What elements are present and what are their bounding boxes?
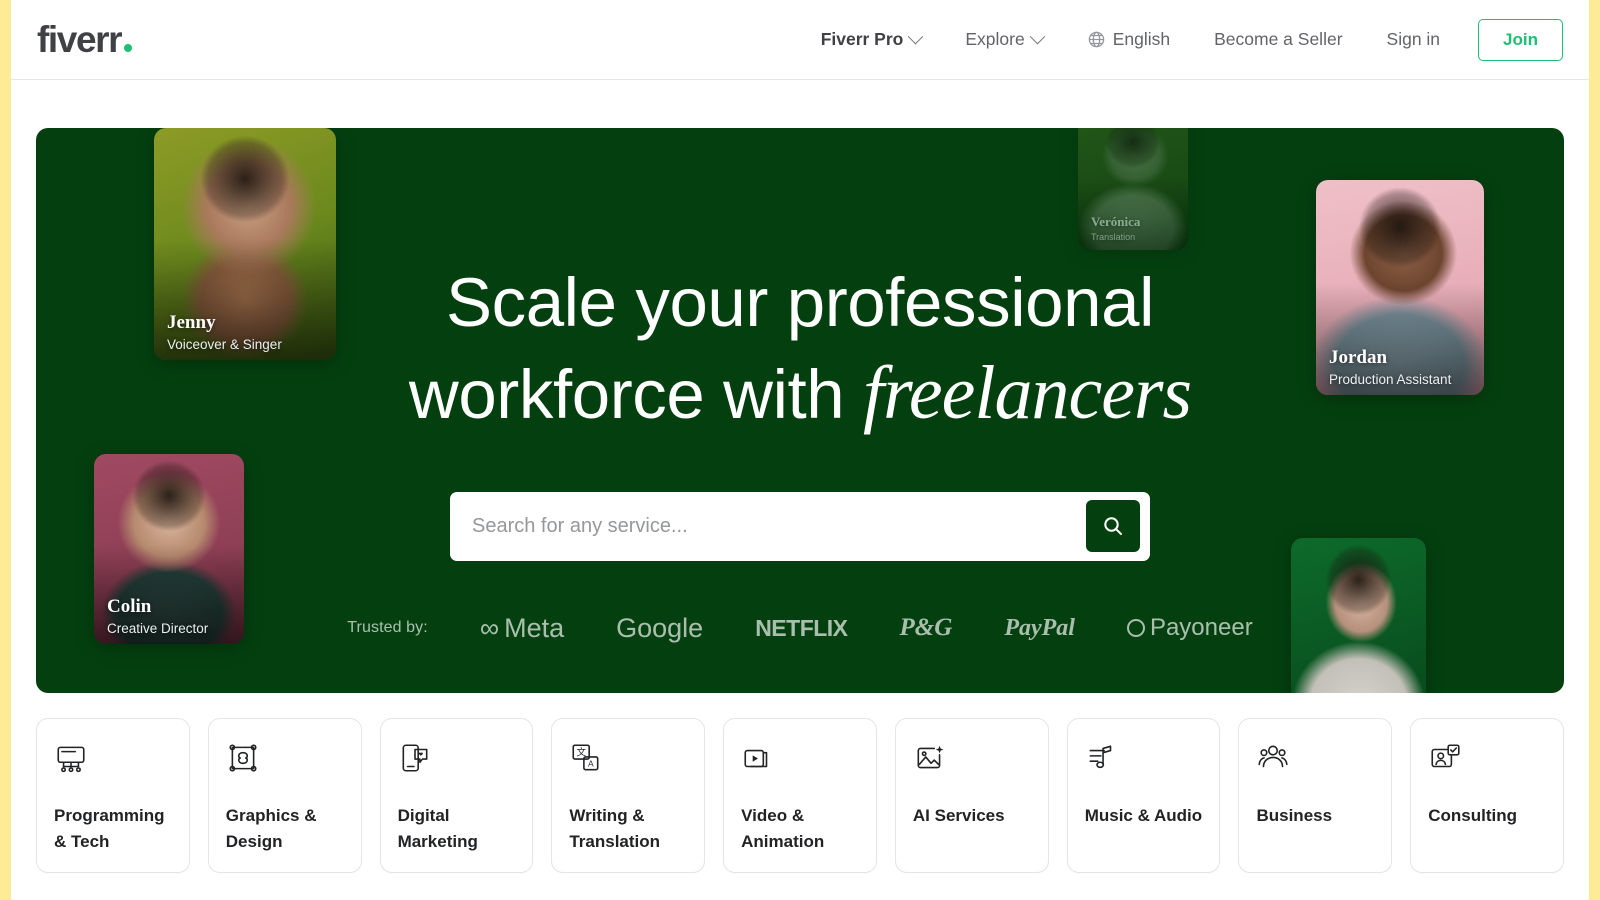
logo-wordmark: fiverr <box>37 19 123 60</box>
category-card-graphics-design[interactable]: Graphics & Design <box>207 718 362 873</box>
freelancer-card-veronica[interactable]: Verónica Translation <box>1078 128 1188 250</box>
category-label: Writing & Translation <box>569 806 661 851</box>
search-icon <box>1104 517 1122 536</box>
brand-logo-netflix: NETFLIX <box>755 614 848 641</box>
nav-become-a-seller[interactable]: Become a Seller <box>1192 18 1364 62</box>
meta-infinity-glyph: ∞ <box>479 612 500 643</box>
logo-dot-icon <box>124 44 133 52</box>
site-header: fiverr Fiverr Pro Explore English Become… <box>11 0 1589 80</box>
category-label: Business <box>1256 806 1333 825</box>
people-group-icon <box>1258 745 1289 768</box>
brand-logo-paypal: PayPal <box>1004 614 1075 641</box>
image-sparkle-icon <box>917 745 944 769</box>
nav-sign-in-label: Sign in <box>1386 29 1441 49</box>
chevron-down-icon <box>908 28 924 45</box>
nav-language-label: English <box>1112 29 1171 49</box>
translate-icon: 文 A <box>572 744 599 771</box>
category-card-ai-services[interactable]: AI Services <box>894 718 1049 873</box>
brand-logo-meta: ∞ Meta <box>480 613 564 644</box>
fiverr-logo[interactable]: fiverr <box>37 19 133 60</box>
category-label: Digital Marketing <box>397 806 478 851</box>
search-input[interactable] <box>450 514 1086 538</box>
category-label: Music & Audio <box>1084 806 1203 825</box>
join-button[interactable]: Join <box>1478 18 1563 61</box>
design-node-icon <box>229 744 257 772</box>
trusted-by-row: Trusted by: ∞ Meta Google NETFLIX P&G Pay… <box>36 613 1564 644</box>
category-card-music-audio[interactable]: Music & Audio <box>1066 718 1221 873</box>
hero-banner: Jenny Voiceover & Singer Colin Creative … <box>36 128 1564 693</box>
page-root: fiverr Fiverr Pro Explore English Become… <box>0 0 1600 900</box>
freelancer-name: Verónica <box>1091 214 1141 229</box>
nav-become-a-seller-label: Become a Seller <box>1214 29 1343 49</box>
category-label: Consulting <box>1428 806 1518 825</box>
viewport-edge-strip-right <box>1589 0 1600 900</box>
brand-logo-meta-label: Meta <box>504 612 565 643</box>
main-navigation: Fiverr Pro Explore English Become a Sell <box>799 18 1563 62</box>
brand-logo-pg: P&G <box>899 614 953 642</box>
hero-content: Scale your professional workforce with f… <box>36 260 1564 644</box>
payoneer-ring-icon <box>1126 619 1145 638</box>
hero-headline-line1: Scale your professional <box>445 264 1155 341</box>
phone-heart-icon <box>402 744 428 772</box>
category-card-programming-tech[interactable]: Programming & Tech <box>36 718 190 873</box>
category-label: Programming & Tech <box>54 806 165 851</box>
nav-sign-in[interactable]: Sign in <box>1365 18 1463 62</box>
globe-icon <box>1088 31 1104 48</box>
brand-logo-payoneer-label: Payoneer <box>1149 614 1253 642</box>
video-play-icon <box>744 749 768 768</box>
nav-language[interactable]: English <box>1065 18 1192 62</box>
brand-logo-google: Google <box>616 612 704 643</box>
nav-explore[interactable]: Explore <box>943 18 1064 62</box>
svg-text:A: A <box>588 759 594 769</box>
category-card-row: Programming & Tech Graphics & Design Dig… <box>36 718 1565 873</box>
category-label: Video & Animation <box>741 806 825 851</box>
trusted-by-label: Trusted by: <box>347 619 428 637</box>
category-label: Graphics & Design <box>225 806 317 851</box>
music-note-icon <box>1089 745 1111 769</box>
category-card-consulting[interactable]: Consulting <box>1410 718 1565 873</box>
person-check-icon <box>1431 744 1460 768</box>
category-card-business[interactable]: Business <box>1238 718 1393 873</box>
hero-headline-line2-prefix: workforce with <box>408 355 864 433</box>
category-card-writing-translation[interactable]: 文 A Writing & Translation <box>551 718 706 873</box>
category-card-digital-marketing[interactable]: Digital Marketing <box>379 718 534 873</box>
chevron-down-icon <box>1029 28 1045 45</box>
monitor-code-icon <box>57 746 85 773</box>
hero-search-bar <box>450 491 1150 561</box>
hero-headline: Scale your professional workforce with f… <box>36 260 1564 440</box>
category-label: AI Services <box>912 806 1005 825</box>
hero-headline-emphasis: freelancers <box>863 350 1192 435</box>
nav-fiverr-pro-label: Fiverr Pro <box>820 29 904 49</box>
freelancer-role: Translation <box>1091 232 1136 242</box>
nav-explore-label: Explore <box>965 29 1025 49</box>
viewport-edge-strip-left <box>0 0 11 900</box>
search-submit-button[interactable] <box>1086 500 1140 553</box>
brand-logo-payoneer: Payoneer <box>1126 614 1253 642</box>
nav-fiverr-pro[interactable]: Fiverr Pro <box>799 18 944 62</box>
category-card-video-animation[interactable]: Video & Animation <box>723 718 877 873</box>
